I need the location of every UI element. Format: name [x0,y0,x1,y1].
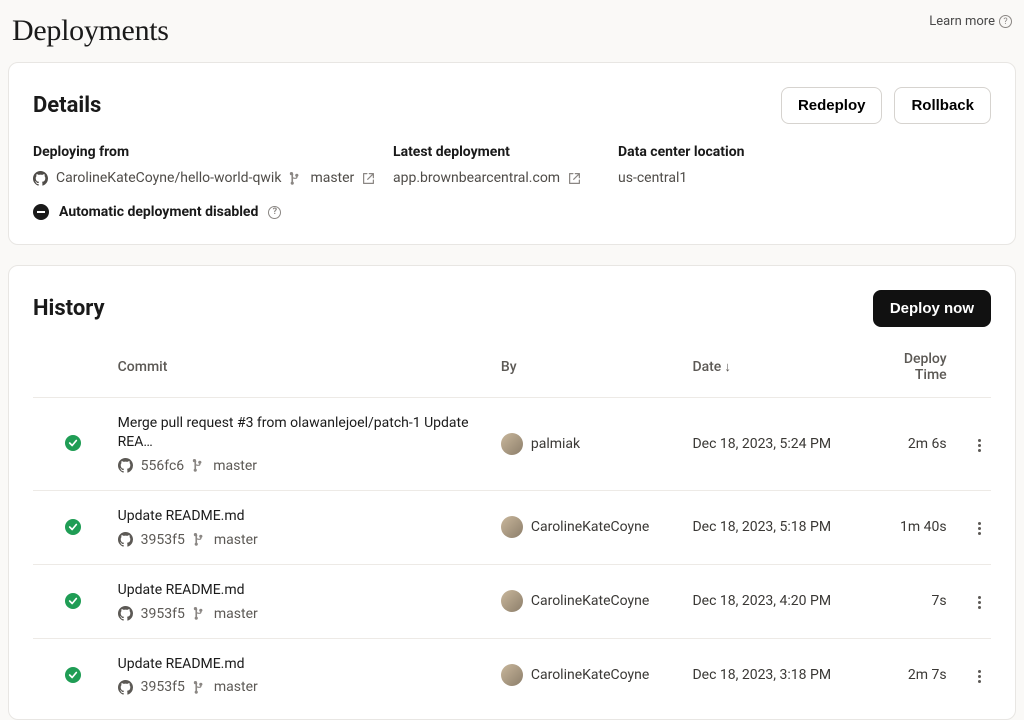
github-icon [118,606,133,621]
avatar [501,664,523,686]
learn-more-label: Learn more [929,14,995,29]
avatar [501,590,523,612]
learn-more-link[interactable]: Learn more ? [929,14,1012,29]
branch-name: master [310,170,354,186]
commit-hash: 3953f5 [141,679,185,695]
branch-icon [193,533,206,546]
commit-message: Update README.md [118,581,493,600]
author-name: CarolineKateCoyne [531,667,649,683]
row-actions-menu[interactable] [972,516,987,541]
history-card: History Deploy now Commit By Date↓ Deplo… [8,265,1016,720]
latest-deployment-link[interactable]: app.brownbearcentral.com [393,170,581,186]
details-card: Details Redeploy Rollback Deploying from… [8,62,1016,245]
author-name: CarolineKateCoyne [531,519,649,535]
repo-name: CarolineKateCoyne/hello-world-qwik [56,170,281,186]
latest-deployment-label: Latest deployment [393,144,618,160]
sort-descending-icon: ↓ [724,360,731,375]
branch-icon [289,172,302,185]
row-actions-menu[interactable] [972,590,987,615]
deploy-date: Dec 18, 2023, 4:20 PM [688,564,870,638]
success-status-icon [65,667,81,683]
history-table: Commit By Date↓ Deploy Time Merge pull r… [33,341,991,711]
author-name: palmiak [531,436,580,452]
repo-link[interactable]: CarolineKateCoyne/hello-world-qwik [33,170,281,186]
success-status-icon [65,593,81,609]
row-actions-menu[interactable] [972,433,987,458]
branch-icon [192,459,205,472]
page-title: Deployments [12,14,169,48]
avatar [501,433,523,455]
avatar [501,516,523,538]
table-row[interactable]: Update README.md 3953f5 master CarolineK… [33,638,991,711]
auto-deploy-text: Automatic deployment disabled [59,204,258,220]
author-name: CarolineKateCoyne [531,593,649,609]
rollback-button[interactable]: Rollback [894,87,991,124]
external-link-icon[interactable] [362,172,375,185]
history-title: History [33,296,105,321]
success-status-icon [65,435,81,451]
commit-hash: 3953f5 [141,606,185,622]
success-status-icon [65,519,81,535]
col-by[interactable]: By [497,341,689,398]
deploy-duration: 2m 7s [870,638,951,711]
commit-hash: 3953f5 [141,532,185,548]
col-deploy-time[interactable]: Deploy Time [870,341,951,398]
redeploy-button[interactable]: Redeploy [781,87,883,124]
github-icon [118,458,133,473]
help-icon[interactable]: ? [268,206,281,219]
table-row[interactable]: Update README.md 3953f5 master CarolineK… [33,564,991,638]
deploy-duration: 2m 6s [870,398,951,491]
data-center-value: us-central1 [618,170,687,186]
details-title: Details [33,93,101,118]
deploying-from-label: Deploying from [33,144,393,160]
commit-branch: master [214,532,258,548]
branch-icon [193,681,206,694]
commit-branch: master [213,458,257,474]
deploy-date: Dec 18, 2023, 3:18 PM [688,638,870,711]
commit-branch: master [214,679,258,695]
data-center-label: Data center location [618,144,991,160]
branch-icon [193,607,206,620]
github-icon [118,680,133,695]
commit-hash: 556fc6 [141,458,185,474]
deploy-date: Dec 18, 2023, 5:18 PM [688,490,870,564]
deploy-now-button[interactable]: Deploy now [873,290,991,327]
deploy-date: Dec 18, 2023, 5:24 PM [688,398,870,491]
commit-message: Merge pull request #3 from olawanlejoel/… [118,414,493,452]
col-commit[interactable]: Commit [114,341,497,398]
col-date[interactable]: Date↓ [688,341,870,398]
commit-message: Update README.md [118,507,493,526]
github-icon [33,171,48,186]
commit-message: Update README.md [118,655,493,674]
github-icon [118,532,133,547]
external-link-icon [568,172,581,185]
deploy-duration: 7s [870,564,951,638]
table-row[interactable]: Merge pull request #3 from olawanlejoel/… [33,398,991,491]
help-icon: ? [999,15,1012,28]
disabled-status-icon [33,204,49,220]
commit-branch: master [214,606,258,622]
deploy-duration: 1m 40s [870,490,951,564]
table-row[interactable]: Update README.md 3953f5 master CarolineK… [33,490,991,564]
latest-deployment-url: app.brownbearcentral.com [393,170,560,186]
row-actions-menu[interactable] [972,664,987,689]
